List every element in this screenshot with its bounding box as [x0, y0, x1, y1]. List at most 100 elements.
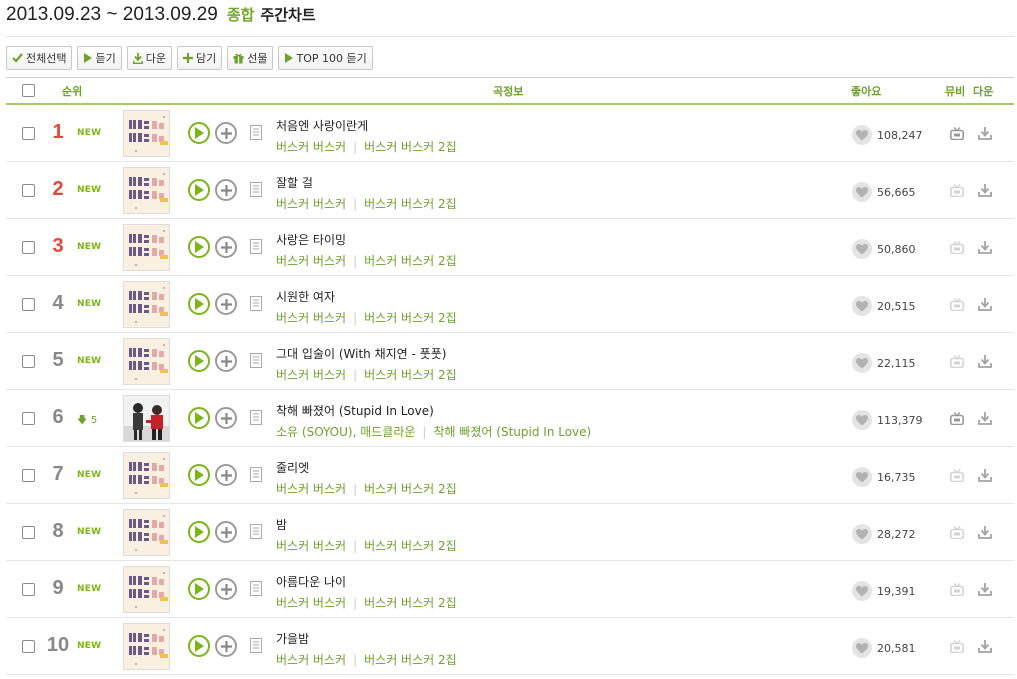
artist-link[interactable]: 버스커 버스커 [276, 651, 346, 668]
music-video-button[interactable] [950, 125, 964, 144]
album-link[interactable]: 버스커 버스커 2집 [364, 252, 457, 269]
select-all-checkbox[interactable] [22, 84, 35, 97]
album-thumbnail[interactable] [123, 566, 170, 613]
song-title[interactable]: 줄리엣 [276, 459, 309, 476]
song-title[interactable]: 사랑은 타이밍 [276, 231, 346, 248]
play-button[interactable] [188, 122, 210, 144]
song-info-button[interactable] [250, 467, 262, 486]
like-button[interactable] [852, 410, 872, 430]
row-checkbox[interactable] [22, 241, 35, 254]
add-to-playlist-button[interactable]: 담기 [176, 46, 223, 70]
row-checkbox[interactable] [22, 355, 35, 368]
artist-link[interactable]: 버스커 버스커 [276, 252, 346, 269]
gift-button[interactable]: 선물 [227, 46, 274, 70]
song-info-button[interactable] [250, 581, 262, 600]
download-song-button[interactable] [978, 581, 992, 600]
play-button[interactable] [188, 578, 210, 600]
album-link[interactable]: 버스커 버스커 2집 [364, 651, 457, 668]
artist-link[interactable]: 소유 (SOYOU), 매드클라운 [276, 423, 415, 440]
album-thumbnail[interactable] [123, 338, 170, 385]
song-title[interactable]: 아름다운 나이 [276, 573, 346, 590]
row-checkbox[interactable] [22, 412, 35, 425]
add-button[interactable] [215, 293, 237, 315]
select-all-button[interactable]: 전체선택 [6, 46, 73, 70]
like-button[interactable] [852, 296, 872, 316]
artist-link[interactable]: 버스커 버스커 [276, 480, 346, 497]
album-thumbnail[interactable] [123, 110, 170, 157]
add-button[interactable] [215, 179, 237, 201]
album-link[interactable]: 버스커 버스커 2집 [364, 480, 457, 497]
music-video-button[interactable] [950, 524, 964, 543]
play-button[interactable] [188, 350, 210, 372]
add-button[interactable] [215, 122, 237, 144]
add-button[interactable] [215, 236, 237, 258]
song-info-button[interactable] [250, 524, 262, 543]
album-thumbnail[interactable] [123, 224, 170, 271]
like-button[interactable] [852, 353, 872, 373]
album-link[interactable]: 버스커 버스커 2집 [364, 537, 457, 554]
music-video-button[interactable] [950, 182, 964, 201]
artist-link[interactable]: 버스커 버스커 [276, 366, 346, 383]
category-label[interactable]: 종합 [227, 4, 255, 25]
download-song-button[interactable] [978, 125, 992, 144]
download-song-button[interactable] [978, 467, 992, 486]
song-info-button[interactable] [250, 353, 262, 372]
album-link[interactable]: 버스커 버스커 2집 [364, 594, 457, 611]
song-info-button[interactable] [250, 410, 262, 429]
music-video-button[interactable] [950, 410, 964, 429]
album-thumbnail[interactable] [123, 167, 170, 214]
song-title[interactable]: 처음엔 사랑이란게 [276, 117, 368, 134]
play-button[interactable] [188, 635, 210, 657]
row-checkbox[interactable] [22, 583, 35, 596]
like-button[interactable] [852, 581, 872, 601]
song-title[interactable]: 밤 [276, 516, 287, 533]
row-checkbox[interactable] [22, 526, 35, 539]
artist-link[interactable]: 버스커 버스커 [276, 138, 346, 155]
album-thumbnail[interactable] [123, 395, 170, 442]
song-title[interactable]: 시원한 여자 [276, 288, 335, 305]
music-video-button[interactable] [950, 638, 964, 657]
add-button[interactable] [215, 407, 237, 429]
download-song-button[interactable] [978, 410, 992, 429]
play-button[interactable] [188, 464, 210, 486]
row-checkbox[interactable] [22, 469, 35, 482]
music-video-button[interactable] [950, 296, 964, 315]
row-checkbox[interactable] [22, 298, 35, 311]
album-thumbnail[interactable] [123, 623, 170, 670]
song-info-button[interactable] [250, 125, 262, 144]
like-button[interactable] [852, 638, 872, 658]
add-button[interactable] [215, 578, 237, 600]
song-info-button[interactable] [250, 182, 262, 201]
song-info-button[interactable] [250, 296, 262, 315]
album-thumbnail[interactable] [123, 509, 170, 556]
top100-listen-button[interactable]: TOP 100 듣기 [278, 46, 373, 70]
download-song-button[interactable] [978, 239, 992, 258]
play-button[interactable] [188, 236, 210, 258]
download-song-button[interactable] [978, 296, 992, 315]
download-button[interactable]: 다운 [126, 46, 172, 70]
download-song-button[interactable] [978, 353, 992, 372]
add-button[interactable] [215, 350, 237, 372]
play-button[interactable] [188, 179, 210, 201]
song-title[interactable]: 가을밤 [276, 630, 309, 647]
song-title[interactable]: 잘할 걸 [276, 174, 313, 191]
album-link[interactable]: 버스커 버스커 2집 [364, 309, 457, 326]
download-song-button[interactable] [978, 638, 992, 657]
row-checkbox[interactable] [22, 640, 35, 653]
album-thumbnail[interactable] [123, 281, 170, 328]
album-link[interactable]: 버스커 버스커 2집 [364, 195, 457, 212]
album-link[interactable]: 착해 빠졌어 (Stupid In Love) [433, 423, 591, 440]
artist-link[interactable]: 버스커 버스커 [276, 195, 346, 212]
row-checkbox[interactable] [22, 184, 35, 197]
add-button[interactable] [215, 635, 237, 657]
music-video-button[interactable] [950, 353, 964, 372]
music-video-button[interactable] [950, 581, 964, 600]
song-info-button[interactable] [250, 638, 262, 657]
artist-link[interactable]: 버스커 버스커 [276, 594, 346, 611]
song-info-button[interactable] [250, 239, 262, 258]
play-button[interactable] [188, 293, 210, 315]
artist-link[interactable]: 버스커 버스커 [276, 537, 346, 554]
like-button[interactable] [852, 467, 872, 487]
play-button[interactable] [188, 521, 210, 543]
add-button[interactable] [215, 464, 237, 486]
